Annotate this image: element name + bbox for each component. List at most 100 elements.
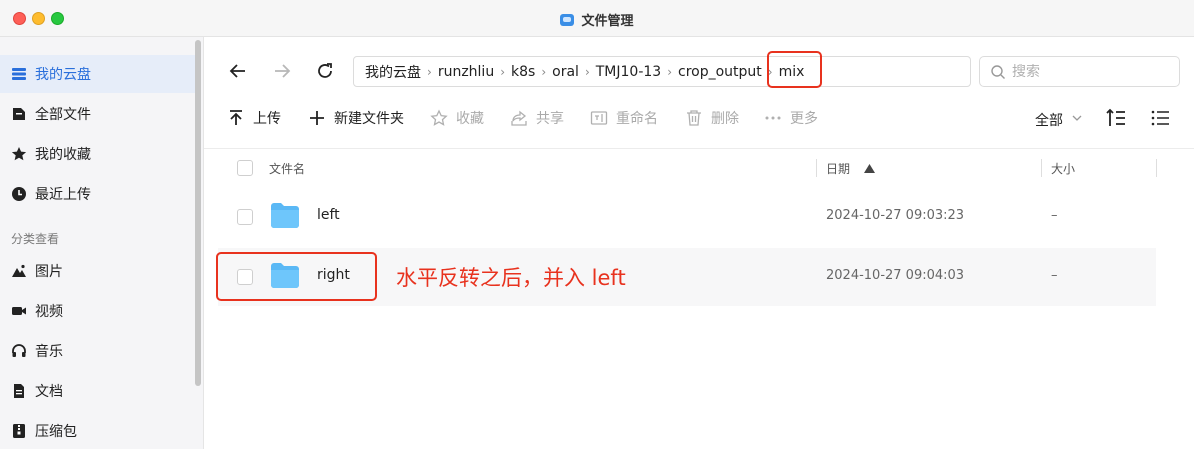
arrow-right-icon [275, 64, 291, 78]
more-label: 更多 [790, 111, 818, 127]
folder-icon [271, 203, 299, 228]
breadcrumb-item[interactable]: runzhliu [438, 64, 494, 80]
document-icon [11, 383, 27, 399]
chevron-right-icon: › [667, 64, 673, 79]
toolbar: 上传 新建文件夹 收藏 共享 重命名 删除 更多 全部 [204, 104, 1194, 132]
sidebar-item-my-drive[interactable]: 我的云盘 [0, 55, 196, 93]
upload-icon [227, 109, 245, 127]
sort-icon [1106, 108, 1125, 126]
sort-ascending-icon [863, 162, 875, 176]
new-folder-button[interactable]: 新建文件夹 [308, 108, 404, 128]
column-header-name[interactable]: 文件名 [269, 160, 305, 177]
image-icon [11, 263, 27, 279]
back-button[interactable] [226, 59, 250, 83]
breadcrumb: 我的云盘 › runzhliu › k8s › oral › TMJ10-13 › cro… [353, 56, 971, 87]
chevron-right-icon: › [427, 64, 432, 79]
rename-label: 重命名 [616, 111, 658, 127]
sort-order-button[interactable] [1104, 106, 1128, 130]
file-date: 2024-10-27 09:04:03 [826, 268, 965, 283]
title-bar: 文件管理 [0, 0, 1194, 37]
sidebar-item-label: 图片 [35, 264, 63, 280]
list-view-icon [1151, 110, 1169, 126]
search-box[interactable] [979, 56, 1180, 87]
file-size: – [1051, 208, 1058, 223]
column-header-date-label: 日期 [826, 162, 851, 176]
sidebar-item-label: 最近上传 [35, 187, 91, 203]
table-row[interactable]: left 2024-10-27 09:03:23 – [218, 188, 1156, 246]
sidebar-item-all-files[interactable]: 全部文件 [0, 95, 196, 133]
video-icon [11, 303, 27, 319]
app-icon [560, 14, 575, 26]
column-divider[interactable] [816, 159, 817, 177]
filter-dropdown[interactable]: 全部 [1035, 110, 1083, 130]
annotation-highlight-box [767, 51, 822, 88]
search-icon [991, 64, 1005, 79]
search-input[interactable] [1012, 63, 1172, 80]
sidebar-item-label: 文档 [35, 384, 63, 400]
column-divider[interactable] [1156, 159, 1157, 177]
sidebar-item-label: 我的收藏 [35, 147, 91, 163]
breadcrumb-item[interactable]: crop_output [678, 64, 762, 80]
main-panel: 我的云盘 › runzhliu › k8s › oral › TMJ10-13 › cro… [204, 37, 1194, 449]
filter-label: 全部 [1035, 113, 1063, 129]
favorite-label: 收藏 [456, 111, 484, 127]
annotation-note: 水平反转之后，并入 left [396, 266, 626, 290]
upload-button[interactable]: 上传 [227, 108, 281, 128]
sidebar-item-label: 视频 [35, 304, 63, 320]
window-title: 文件管理 [0, 10, 1194, 29]
breadcrumb-item[interactable]: TMJ10-13 [596, 64, 661, 80]
sidebar-item-images[interactable]: 图片 [0, 252, 196, 290]
file-name[interactable]: left [317, 207, 340, 223]
delete-button[interactable]: 删除 [685, 108, 739, 128]
share-button[interactable]: 共享 [510, 108, 564, 128]
headphones-icon [11, 343, 27, 359]
chevron-right-icon: › [541, 64, 547, 79]
sidebar-item-label: 音乐 [35, 344, 63, 360]
chevron-right-icon: › [500, 64, 506, 79]
file-date: 2024-10-27 09:03:23 [826, 208, 965, 223]
sidebar-item-favorites[interactable]: 我的收藏 [0, 135, 196, 173]
sidebar-item-documents[interactable]: 文档 [0, 372, 196, 410]
column-header-date[interactable]: 日期 [826, 160, 875, 177]
more-dots-icon [764, 109, 782, 127]
sidebar-item-videos[interactable]: 视频 [0, 292, 196, 330]
list-view-button[interactable] [1148, 106, 1172, 130]
app-window: 文件管理 我的云盘 全部文件 我的收藏 最近上传 分类查看 图片 视频 音乐 文… [0, 0, 1194, 449]
sidebar-item-archives[interactable]: 压缩包 [0, 412, 196, 449]
forward-button[interactable] [270, 59, 294, 83]
arrow-left-icon [229, 64, 245, 78]
archive-icon [11, 423, 27, 439]
sidebar-item-label: 压缩包 [35, 424, 77, 440]
rename-icon [590, 109, 608, 127]
table-header: 文件名 日期 大小 [204, 148, 1194, 186]
favorite-button[interactable]: 收藏 [430, 108, 484, 128]
row-checkbox[interactable] [237, 209, 253, 225]
column-header-size[interactable]: 大小 [1051, 160, 1075, 177]
refresh-button[interactable] [313, 59, 337, 83]
share-icon [510, 109, 528, 127]
new-folder-label: 新建文件夹 [334, 111, 404, 127]
star-icon [11, 146, 27, 162]
sidebar-item-recent-uploads[interactable]: 最近上传 [0, 175, 196, 213]
chevron-right-icon: › [584, 64, 590, 79]
more-button[interactable]: 更多 [764, 108, 818, 128]
star-outline-icon [430, 109, 448, 127]
share-label: 共享 [536, 111, 564, 127]
sidebar: 我的云盘 全部文件 我的收藏 最近上传 分类查看 图片 视频 音乐 文档 压缩包 [0, 37, 204, 449]
clock-icon [11, 186, 27, 202]
breadcrumb-item[interactable]: oral [552, 64, 579, 80]
breadcrumb-item[interactable]: 我的云盘 [365, 62, 421, 82]
breadcrumb-item[interactable]: k8s [511, 64, 535, 80]
upload-label: 上传 [253, 111, 281, 127]
trash-icon [685, 109, 703, 127]
column-divider[interactable] [1041, 159, 1042, 177]
sidebar-scrollbar[interactable] [195, 40, 201, 386]
window-title-text: 文件管理 [581, 14, 634, 29]
select-all-checkbox[interactable] [237, 160, 253, 176]
rename-button[interactable]: 重命名 [590, 108, 658, 128]
sidebar-item-music[interactable]: 音乐 [0, 332, 196, 370]
sidebar-section-title: 分类查看 [11, 232, 60, 246]
refresh-icon [318, 63, 332, 78]
plus-icon [308, 109, 326, 127]
delete-label: 删除 [711, 111, 739, 127]
